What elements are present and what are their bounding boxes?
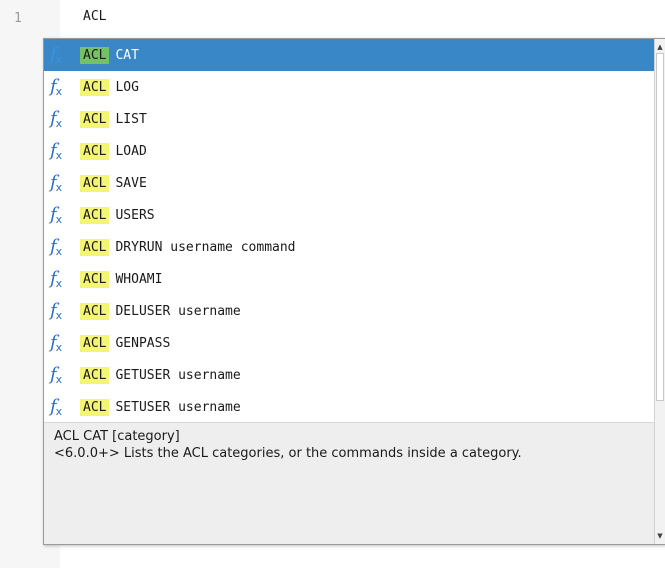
completion-item-label: CAT — [115, 47, 139, 63]
function-icon: fx — [50, 364, 63, 386]
editor-line[interactable]: 1 — [0, 8, 44, 28]
completion-item-label: GENPASS — [115, 335, 171, 351]
completion-match-highlight: ACL — [80, 174, 110, 192]
completion-item-label: USERS — [115, 207, 155, 223]
completion-item-label: LIST — [115, 111, 147, 127]
completion-item[interactable]: fx ACL LOG — [44, 71, 654, 103]
completion-match-highlight: ACL — [80, 334, 110, 352]
completion-match-highlight: ACL — [80, 398, 110, 416]
function-icon: fx — [50, 236, 63, 258]
completion-item[interactable]: fx ACL SETUSER username — [44, 391, 654, 422]
function-icon: fx — [50, 300, 63, 322]
scroll-thumb[interactable] — [656, 53, 664, 401]
completion-item-label: DRYRUN username command — [115, 239, 296, 255]
completion-match-highlight: ACL — [80, 46, 110, 64]
description-text: <6.0.0+> Lists the ACL categories, or th… — [54, 446, 522, 461]
completion-scrollbar[interactable]: ▲ ▼ — [654, 39, 665, 544]
completion-item[interactable]: fx ACL WHOAMI — [44, 263, 654, 295]
completion-match-highlight: ACL — [80, 302, 110, 320]
completion-item-label: WHOAMI — [115, 271, 163, 287]
completion-item-label: SAVE — [115, 175, 147, 191]
function-icon: fx — [50, 204, 63, 226]
completion-match-highlight: ACL — [80, 366, 110, 384]
editor-code-text[interactable]: ACL — [83, 9, 106, 24]
function-icon: fx — [50, 140, 63, 162]
completion-item-label: SETUSER username — [115, 399, 241, 415]
completion-match-highlight: ACL — [80, 142, 110, 160]
completion-item[interactable]: fx ACL DRYRUN username command — [44, 231, 654, 263]
completion-description: ACL CAT [category] <6.0.0+> Lists the AC… — [44, 422, 654, 544]
function-icon: fx — [50, 44, 63, 66]
scroll-down-arrow-icon[interactable]: ▼ — [655, 530, 665, 542]
completion-item-selected[interactable]: fx ACL CAT — [44, 39, 654, 71]
completion-item[interactable]: fx ACL LIST — [44, 103, 654, 135]
completion-item-label: DELUSER username — [115, 303, 241, 319]
completion-match-highlight: ACL — [80, 78, 110, 96]
function-icon: fx — [50, 172, 63, 194]
function-icon: fx — [50, 108, 63, 130]
scroll-up-arrow-icon[interactable]: ▲ — [655, 41, 665, 53]
autocomplete-popup: fx ACL CAT fx ACL LOG fx ACL LIST fx ACL LOAD fx ACL S… — [43, 38, 665, 545]
completion-match-highlight: ACL — [80, 206, 110, 224]
completion-list: fx ACL CAT fx ACL LOG fx ACL LIST fx ACL LOAD fx ACL S… — [44, 39, 654, 422]
completion-item[interactable]: fx ACL LOAD — [44, 135, 654, 167]
completion-item[interactable]: fx ACL DELUSER username — [44, 295, 654, 327]
completion-item[interactable]: fx ACL GETUSER username — [44, 359, 654, 391]
function-icon: fx — [50, 332, 63, 354]
completion-item-label: GETUSER username — [115, 367, 241, 383]
completion-item-label: LOAD — [115, 143, 147, 159]
completion-item-label: LOG — [115, 79, 139, 95]
completion-match-highlight: ACL — [80, 270, 110, 288]
line-number: 1 — [14, 10, 22, 26]
description-signature: ACL CAT [category] — [54, 429, 180, 444]
function-icon: fx — [50, 268, 63, 290]
function-icon: fx — [50, 396, 63, 418]
function-icon: fx — [50, 76, 63, 98]
completion-match-highlight: ACL — [80, 238, 110, 256]
completion-item[interactable]: fx ACL USERS — [44, 199, 654, 231]
completion-match-highlight: ACL — [80, 110, 110, 128]
completion-item[interactable]: fx ACL GENPASS — [44, 327, 654, 359]
completion-item[interactable]: fx ACL SAVE — [44, 167, 654, 199]
